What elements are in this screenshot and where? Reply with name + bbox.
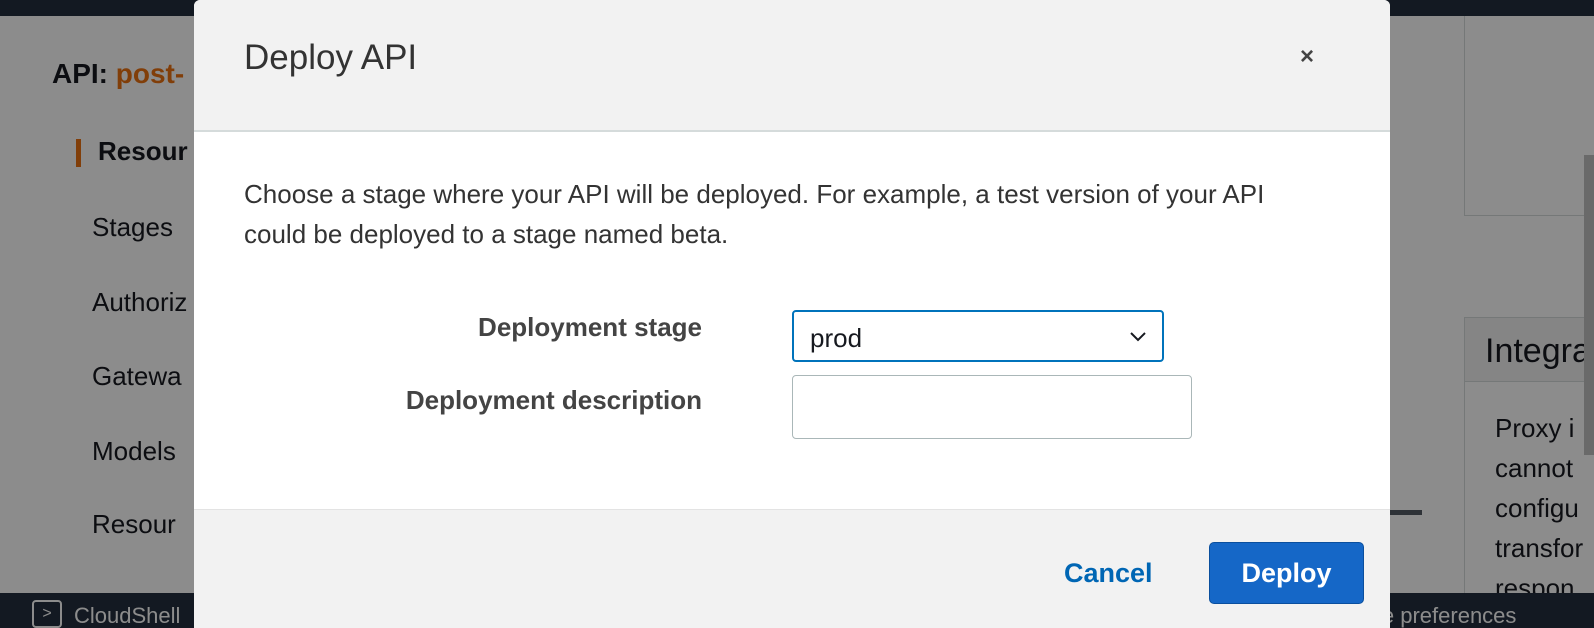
deployment-stage-select[interactable]: prod [792,310,1164,362]
deployment-stage-value: prod [810,323,863,353]
deployment-description-label: Deployment description [405,385,702,415]
deploy-button[interactable]: Deploy [1209,542,1364,604]
dialog-title: Deploy API [244,38,418,77]
chevron-down-icon [1130,332,1146,342]
dialog-header: Deploy API × [194,0,1390,132]
close-icon[interactable]: × [1292,42,1322,72]
deploy-api-dialog: Deploy API × Choose a stage where your A… [194,0,1390,628]
dialog-footer: Cancel Deploy [194,509,1390,628]
dialog-description: Choose a stage where your API will be de… [244,179,1265,249]
deployment-description-input[interactable] [792,375,1192,439]
cancel-button[interactable]: Cancel [1064,558,1153,589]
deployment-stage-label: Deployment stage [478,312,702,342]
